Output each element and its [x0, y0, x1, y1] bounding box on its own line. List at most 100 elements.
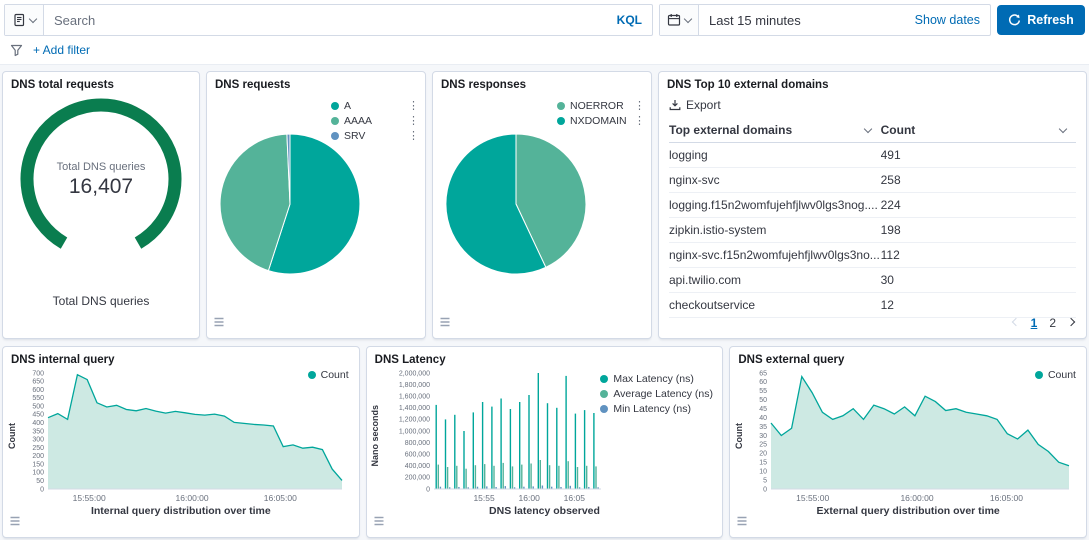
count-cell: 258 [881, 168, 1076, 193]
legend-dot-icon [331, 102, 339, 110]
svg-text:60: 60 [760, 379, 768, 386]
svg-text:250: 250 [32, 445, 44, 452]
domains-table: Top external domains Count logging491 ngi… [669, 118, 1076, 318]
saved-query-menu-button[interactable] [5, 5, 44, 35]
panel-title: DNS internal query [3, 347, 359, 366]
svg-text:30: 30 [760, 433, 768, 440]
requests-pie-chart[interactable] [219, 133, 361, 275]
svg-text:1,200,000: 1,200,000 [399, 417, 430, 424]
chart-legend: Max Latency (ns)Average Latency (ns)Min … [600, 371, 718, 416]
legend-toggle-button[interactable] [9, 514, 21, 532]
column-header-domains[interactable]: Top external domains [669, 118, 881, 143]
legend-item[interactable]: Average Latency (ns) [600, 386, 718, 401]
svg-text:550: 550 [32, 395, 44, 402]
svg-text:1,000,000: 1,000,000 [399, 428, 430, 435]
domain-cell: logging [669, 143, 881, 168]
legend-label: A [344, 100, 351, 112]
table-row: logging491 [669, 143, 1076, 168]
svg-text:16:05: 16:05 [563, 493, 585, 503]
internal-query-area-chart[interactable]: 0501001502002503003504004505005506006507… [18, 368, 348, 504]
list-icon [736, 515, 748, 527]
next-page-icon[interactable] [1067, 317, 1075, 325]
table-row: logging.f15n2womfujehfjlwv0lgs3nog....22… [669, 193, 1076, 218]
panel-title: DNS Top 10 external domains [659, 72, 1086, 91]
sort-chevron-icon [1059, 124, 1067, 132]
legend-options-icon[interactable]: ⋮ [634, 101, 645, 111]
svg-text:16:05:00: 16:05:00 [990, 493, 1023, 503]
svg-text:65: 65 [760, 370, 768, 377]
svg-text:450: 450 [32, 412, 44, 419]
chart-x-title: DNS latency observed [367, 505, 723, 517]
legend-item[interactable]: A⋮ [331, 98, 419, 113]
legend-label: Max Latency (ns) [613, 373, 694, 385]
svg-text:300: 300 [32, 437, 44, 444]
legend-item[interactable]: AAAA ⋮ [331, 113, 419, 128]
legend-options-icon[interactable]: ⋮ [408, 101, 419, 111]
legend-options-icon[interactable]: ⋮ [408, 116, 419, 126]
legend-label: AAAA [344, 115, 372, 127]
calendar-button[interactable] [660, 5, 699, 35]
chart-legend: Count [308, 367, 349, 382]
svg-text:16:00: 16:00 [518, 493, 540, 503]
svg-text:400,000: 400,000 [404, 463, 429, 470]
legend-item[interactable]: Count [308, 367, 349, 382]
refresh-icon [1008, 14, 1021, 27]
latency-bar-chart[interactable]: 0200,000400,000600,000800,0001,000,0001,… [382, 368, 607, 504]
legend-dot-icon [600, 390, 608, 398]
legend-dot-icon [308, 371, 316, 379]
svg-text:20: 20 [760, 451, 768, 458]
svg-text:0: 0 [763, 486, 767, 493]
legend-item[interactable]: NOERROR⋮ [557, 98, 645, 113]
filter-funnel-icon[interactable] [10, 44, 23, 57]
svg-text:1,600,000: 1,600,000 [399, 394, 430, 401]
dashboard-grid: DNS total requests Total DNS queries 16,… [0, 65, 1089, 540]
chart-area: Count 0501001502002503003504004505005506… [3, 368, 359, 504]
kql-badge[interactable]: KQL [607, 13, 652, 27]
svg-text:16:00:00: 16:00:00 [901, 493, 934, 503]
date-picker: Last 15 minutes Show dates [659, 4, 991, 36]
legend-toggle-button[interactable] [439, 315, 451, 333]
legend-toggle-button[interactable] [373, 514, 385, 532]
count-cell: 112 [881, 243, 1076, 268]
refresh-button[interactable]: Refresh [997, 5, 1085, 35]
svg-text:100: 100 [32, 470, 44, 477]
svg-text:400: 400 [32, 420, 44, 427]
svg-text:40: 40 [760, 415, 768, 422]
page-button-1[interactable]: 1 [1031, 316, 1038, 330]
export-button[interactable]: Export [669, 98, 721, 112]
legend-options-icon[interactable]: ⋮ [408, 131, 419, 141]
chevron-down-icon [28, 14, 36, 22]
column-header-count[interactable]: Count [881, 118, 1076, 143]
search-input[interactable] [44, 13, 607, 28]
domain-cell: api.twilio.com [669, 268, 881, 293]
svg-text:55: 55 [760, 388, 768, 395]
table-row: nginx-svc.f15n2womfujehfjlwv0lgs3no...11… [669, 243, 1076, 268]
legend-item[interactable]: SRV ⋮ [331, 128, 419, 143]
column-label: Count [881, 123, 916, 137]
download-icon [669, 99, 681, 111]
add-filter-link[interactable]: + Add filter [33, 43, 90, 57]
legend-dot-icon [600, 375, 608, 383]
svg-text:200: 200 [32, 453, 44, 460]
prev-page-icon[interactable] [1011, 317, 1019, 325]
time-range-value[interactable]: Last 15 minutes [699, 13, 801, 28]
page-button-2[interactable]: 2 [1049, 316, 1056, 330]
legend-item[interactable]: Min Latency (ns) [600, 401, 718, 416]
legend-item[interactable]: Count [1035, 367, 1076, 382]
svg-text:50: 50 [36, 478, 44, 485]
show-dates-link[interactable]: Show dates [915, 13, 990, 27]
legend-item[interactable]: Max Latency (ns) [600, 371, 718, 386]
legend-options-icon[interactable]: ⋮ [634, 116, 645, 126]
legend-label: SRV [344, 130, 365, 142]
svg-text:200,000: 200,000 [404, 475, 429, 482]
table-row: checkoutservice12 [669, 293, 1076, 318]
external-query-area-chart[interactable]: 0510152025303540455055606515:55:0016:00:… [745, 368, 1075, 504]
legend-toggle-button[interactable] [736, 514, 748, 532]
legend-item[interactable]: NXDOMAIN⋮ [557, 113, 645, 128]
column-label: Top external domains [669, 123, 792, 137]
list-icon [213, 316, 225, 328]
legend-toggle-button[interactable] [213, 315, 225, 333]
svg-text:16:00:00: 16:00:00 [176, 493, 209, 503]
svg-text:35: 35 [760, 424, 768, 431]
responses-pie-chart[interactable] [445, 133, 587, 275]
